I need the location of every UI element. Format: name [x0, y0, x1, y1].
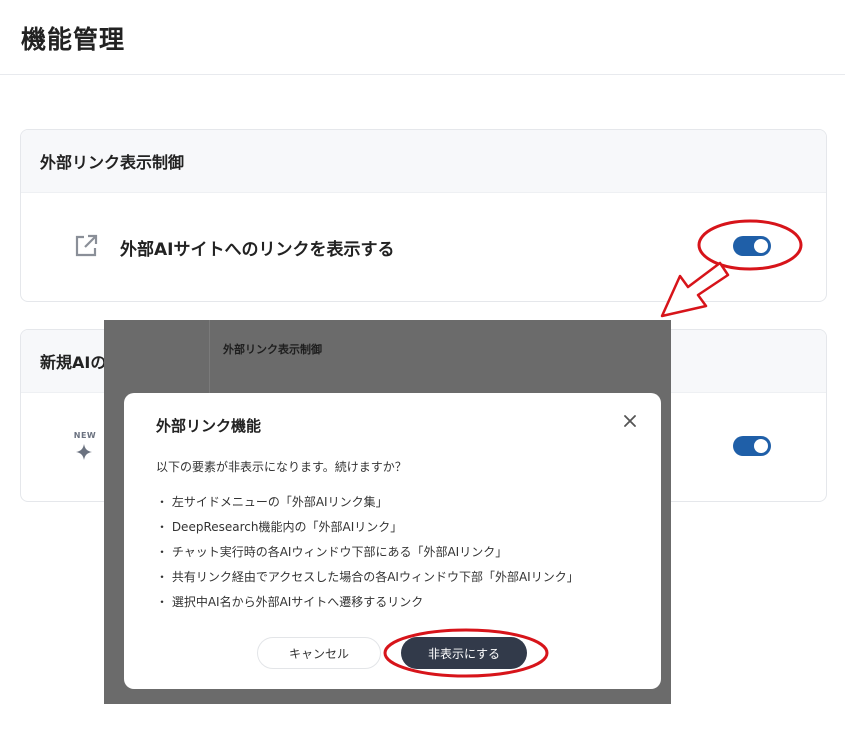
page-title: 機能管理 [21, 25, 126, 54]
dialog-title: 外部リンク機能 [156, 417, 262, 435]
dialog-message: 以下の要素が非表示になります。続けますか？ [156, 460, 407, 474]
overlay-section-header: 外部リンク表示制御 [223, 343, 322, 356]
hide-confirm-button[interactable]: 非表示にする [401, 637, 527, 669]
list-item: ・ 左サイドメニューの「外部AIリンク集」 [156, 495, 388, 509]
setting-label: 外部AIサイトへのリンクを表示する [120, 240, 395, 260]
hidden-items-list: ・ 左サイドメニューの「外部AIリンク集」 ・ DeepResearch機能内の… [156, 494, 579, 619]
sparkle-icon [76, 444, 92, 460]
setting-row: 外部AIサイトへのリンクを表示する [21, 193, 826, 300]
dialog-overlay: 外部リンク表示制御 外部リンク機能 以下の要素が非表示になります。続けますか？ … [104, 320, 671, 704]
list-item: ・ チャット実行時の各AIウィンドウ下部にある「外部AIリンク」 [156, 545, 508, 559]
cancel-button[interactable]: キャンセル [257, 637, 381, 669]
external-link-card: 外部リンク表示制御 外部AIサイトへのリンクを表示する [20, 129, 827, 302]
list-item: ・ DeepResearch機能内の「外部AIリンク」 [156, 520, 403, 534]
card-header: 外部リンク表示制御 [21, 130, 826, 193]
list-item: ・ 選択中AI名から外部AIサイトへ遷移するリンク [156, 595, 424, 609]
title-divider [0, 74, 845, 75]
new-ai-toggle[interactable] [733, 436, 771, 456]
overlay-divider [209, 320, 210, 395]
close-icon[interactable] [622, 413, 638, 429]
confirm-dialog: 外部リンク機能 以下の要素が非表示になります。続けますか？ ・ 左サイドメニュー… [124, 393, 661, 689]
external-link-toggle[interactable] [733, 236, 771, 256]
list-item: ・ 共有リンク経由でアクセスした場合の各AIウィンドウ下部「外部AIリンク」 [156, 570, 579, 584]
new-badge: NEW [73, 431, 97, 440]
external-link-icon [75, 234, 98, 257]
